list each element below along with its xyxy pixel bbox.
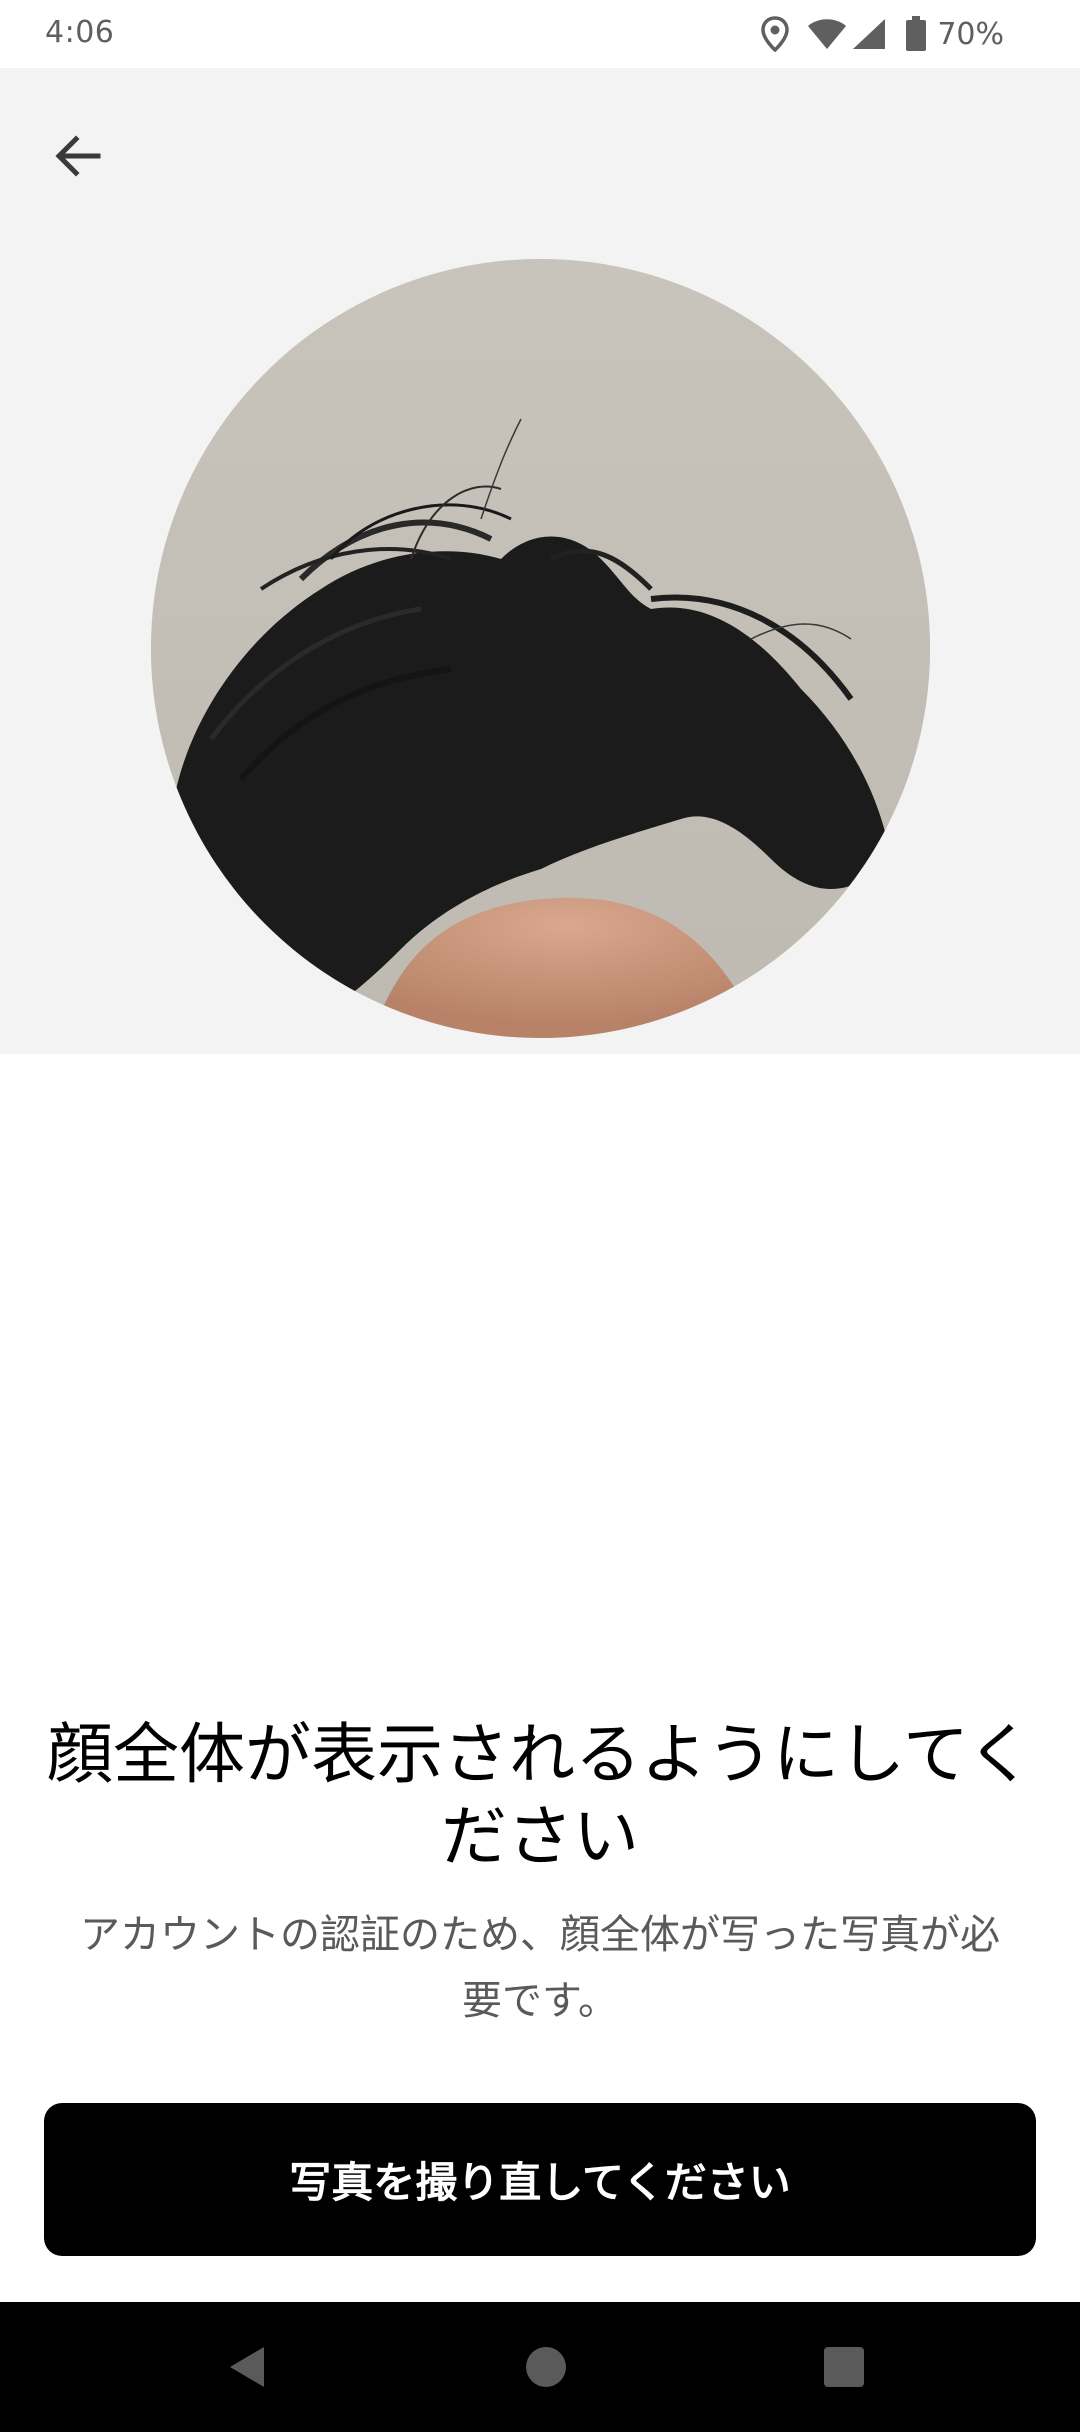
status-time: 4:06	[45, 15, 115, 50]
location-icon	[761, 16, 790, 52]
back-button[interactable]	[40, 118, 116, 194]
photo-image	[151, 259, 930, 1038]
cell-signal-icon	[851, 17, 887, 51]
page-title: 顔全体が表示されるようにしてください	[46, 1716, 1034, 1875]
nav-home-button[interactable]	[486, 2302, 606, 2432]
wifi-icon	[807, 18, 847, 50]
battery-icon	[905, 16, 927, 52]
recents-square-icon	[824, 2347, 864, 2387]
status-icons: 70%	[761, 14, 1004, 54]
arrow-left-icon	[55, 135, 101, 177]
nav-recents-button[interactable]	[784, 2302, 904, 2432]
status-bar: 4:06 70%	[0, 0, 1080, 68]
nav-back-button[interactable]	[186, 2302, 306, 2432]
system-nav-bar	[0, 2302, 1080, 2432]
retake-photo-button[interactable]: 写真を撮り直してください	[44, 2103, 1036, 2256]
battery-percent: 70%	[937, 16, 1004, 52]
home-circle-icon	[526, 2347, 566, 2387]
captured-face-photo	[151, 259, 930, 1038]
page-subtitle: アカウントの認証のため、顔全体が写った写真が必要です。	[80, 1912, 1000, 2024]
back-triangle-icon	[230, 2347, 264, 2387]
